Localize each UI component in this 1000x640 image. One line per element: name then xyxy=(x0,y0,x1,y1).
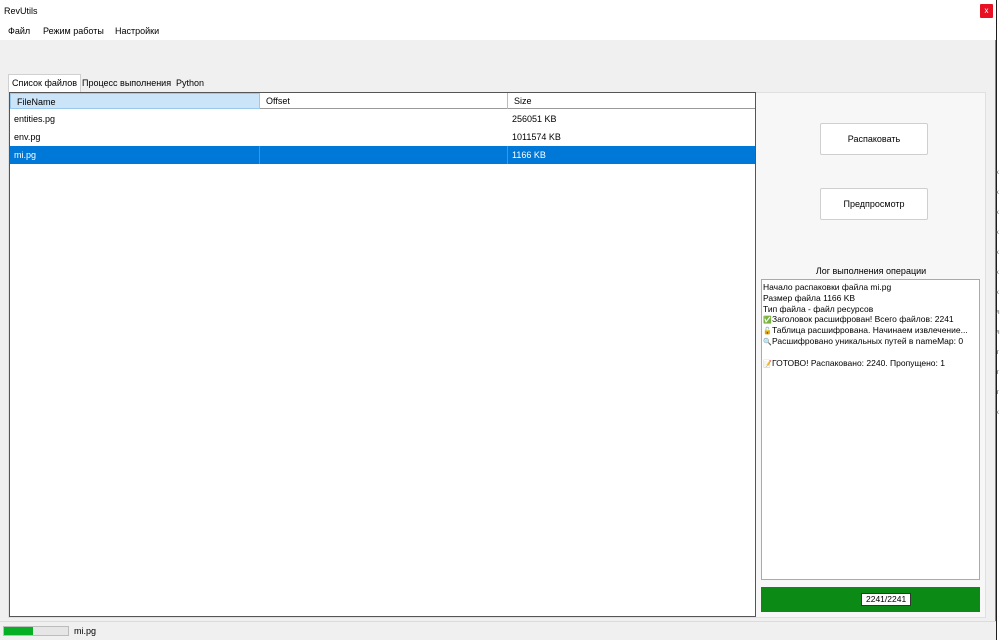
cell-offset xyxy=(260,128,508,146)
background-letter: к xyxy=(996,250,999,256)
close-button[interactable]: x xyxy=(980,4,993,18)
column-header-size[interactable]: Size xyxy=(508,93,755,109)
tab-python[interactable]: Python xyxy=(173,76,207,92)
document-icon: 📝 xyxy=(763,360,772,368)
menu-bar: Файл Режим работы Настройки xyxy=(0,22,996,40)
table-header: FileName Offset Size xyxy=(10,93,755,109)
magnifier-icon: 🔍 xyxy=(763,338,772,346)
background-letter: т xyxy=(996,390,999,396)
table-row-selected[interactable]: mi.pg 1166 KB xyxy=(10,146,755,164)
menu-mode[interactable]: Режим работы xyxy=(43,26,104,36)
background-letter: к xyxy=(996,210,999,216)
log-line: Тип файла - файл ресурсов xyxy=(763,303,874,314)
cell-offset xyxy=(260,146,508,164)
column-header-filename[interactable]: FileName xyxy=(10,93,260,109)
cell-filename: mi.pg xyxy=(10,146,260,164)
background-letter: л xyxy=(996,330,1000,336)
title-bar[interactable]: RevUtils x xyxy=(0,0,996,22)
background-letter: л xyxy=(996,310,1000,316)
menu-file[interactable]: Файл xyxy=(8,26,30,36)
log-line: Начало распаковки файла mi.pg xyxy=(763,282,892,292)
background-letter: к xyxy=(996,170,999,176)
cell-filename: entities.pg xyxy=(14,114,56,124)
log-title: Лог выполнения операции xyxy=(815,266,927,276)
cell-offset xyxy=(260,110,508,128)
file-table[interactable]: FileName Offset Size entities.pg 256051 … xyxy=(9,92,756,617)
cell-size: 1011574 KB xyxy=(512,132,561,142)
table-row[interactable]: entities.pg 256051 KB xyxy=(10,110,755,128)
background-letter: т xyxy=(996,350,999,356)
status-bar: mi.pg xyxy=(0,621,996,640)
status-progress-fill xyxy=(4,627,33,635)
background-letter: к xyxy=(996,410,999,416)
progress-count-label: 2241/2241 xyxy=(861,593,912,606)
cell-size: 256051 KB xyxy=(512,114,557,124)
preview-button[interactable]: Предпросмотр xyxy=(820,188,928,220)
cell-filename: env.pg xyxy=(14,132,41,142)
background-letter: к xyxy=(996,270,999,276)
menu-settings[interactable]: Настройки xyxy=(115,26,159,36)
background-letter: к xyxy=(996,290,999,296)
log-line: 📝ГОТОВО! Распаковано: 2240. Пропущено: 1 xyxy=(763,358,978,369)
background-letter: т xyxy=(996,370,999,376)
window-title: RevUtils xyxy=(4,6,38,16)
tab-progress[interactable]: Процесс выполнения xyxy=(79,76,174,92)
status-progress-bar xyxy=(3,626,69,636)
tab-file-list[interactable]: Список файлов xyxy=(8,74,82,93)
log-line: Размер файла 1166 KB xyxy=(763,292,856,303)
background-letter: к xyxy=(996,190,999,196)
check-icon: ✅ xyxy=(763,317,772,325)
log-line-empty xyxy=(763,347,978,358)
background-letter: к xyxy=(996,230,999,236)
close-icon: x xyxy=(984,6,989,15)
log-textarea[interactable]: Начало распаковки файла mi.pg Размер фай… xyxy=(761,279,980,580)
table-row[interactable]: env.pg 1011574 KB xyxy=(10,128,755,146)
log-line: 🔍Расшифровано уникальных путей в nameMap… xyxy=(763,336,978,347)
cell-size: 1166 KB xyxy=(512,150,546,160)
log-line: 🔓Таблица расшифрована. Начинаем извлечен… xyxy=(763,325,978,336)
log-line: ✅Заголовок расшифрован! Всего файлов: 22… xyxy=(763,314,978,325)
unpack-button[interactable]: Распаковать xyxy=(820,123,928,155)
app-window: RevUtils x Файл Режим работы Настройки С… xyxy=(0,0,996,640)
lock-icon: 🔓 xyxy=(763,328,772,336)
status-file-name: mi.pg xyxy=(74,626,97,636)
column-header-offset[interactable]: Offset xyxy=(260,93,508,109)
